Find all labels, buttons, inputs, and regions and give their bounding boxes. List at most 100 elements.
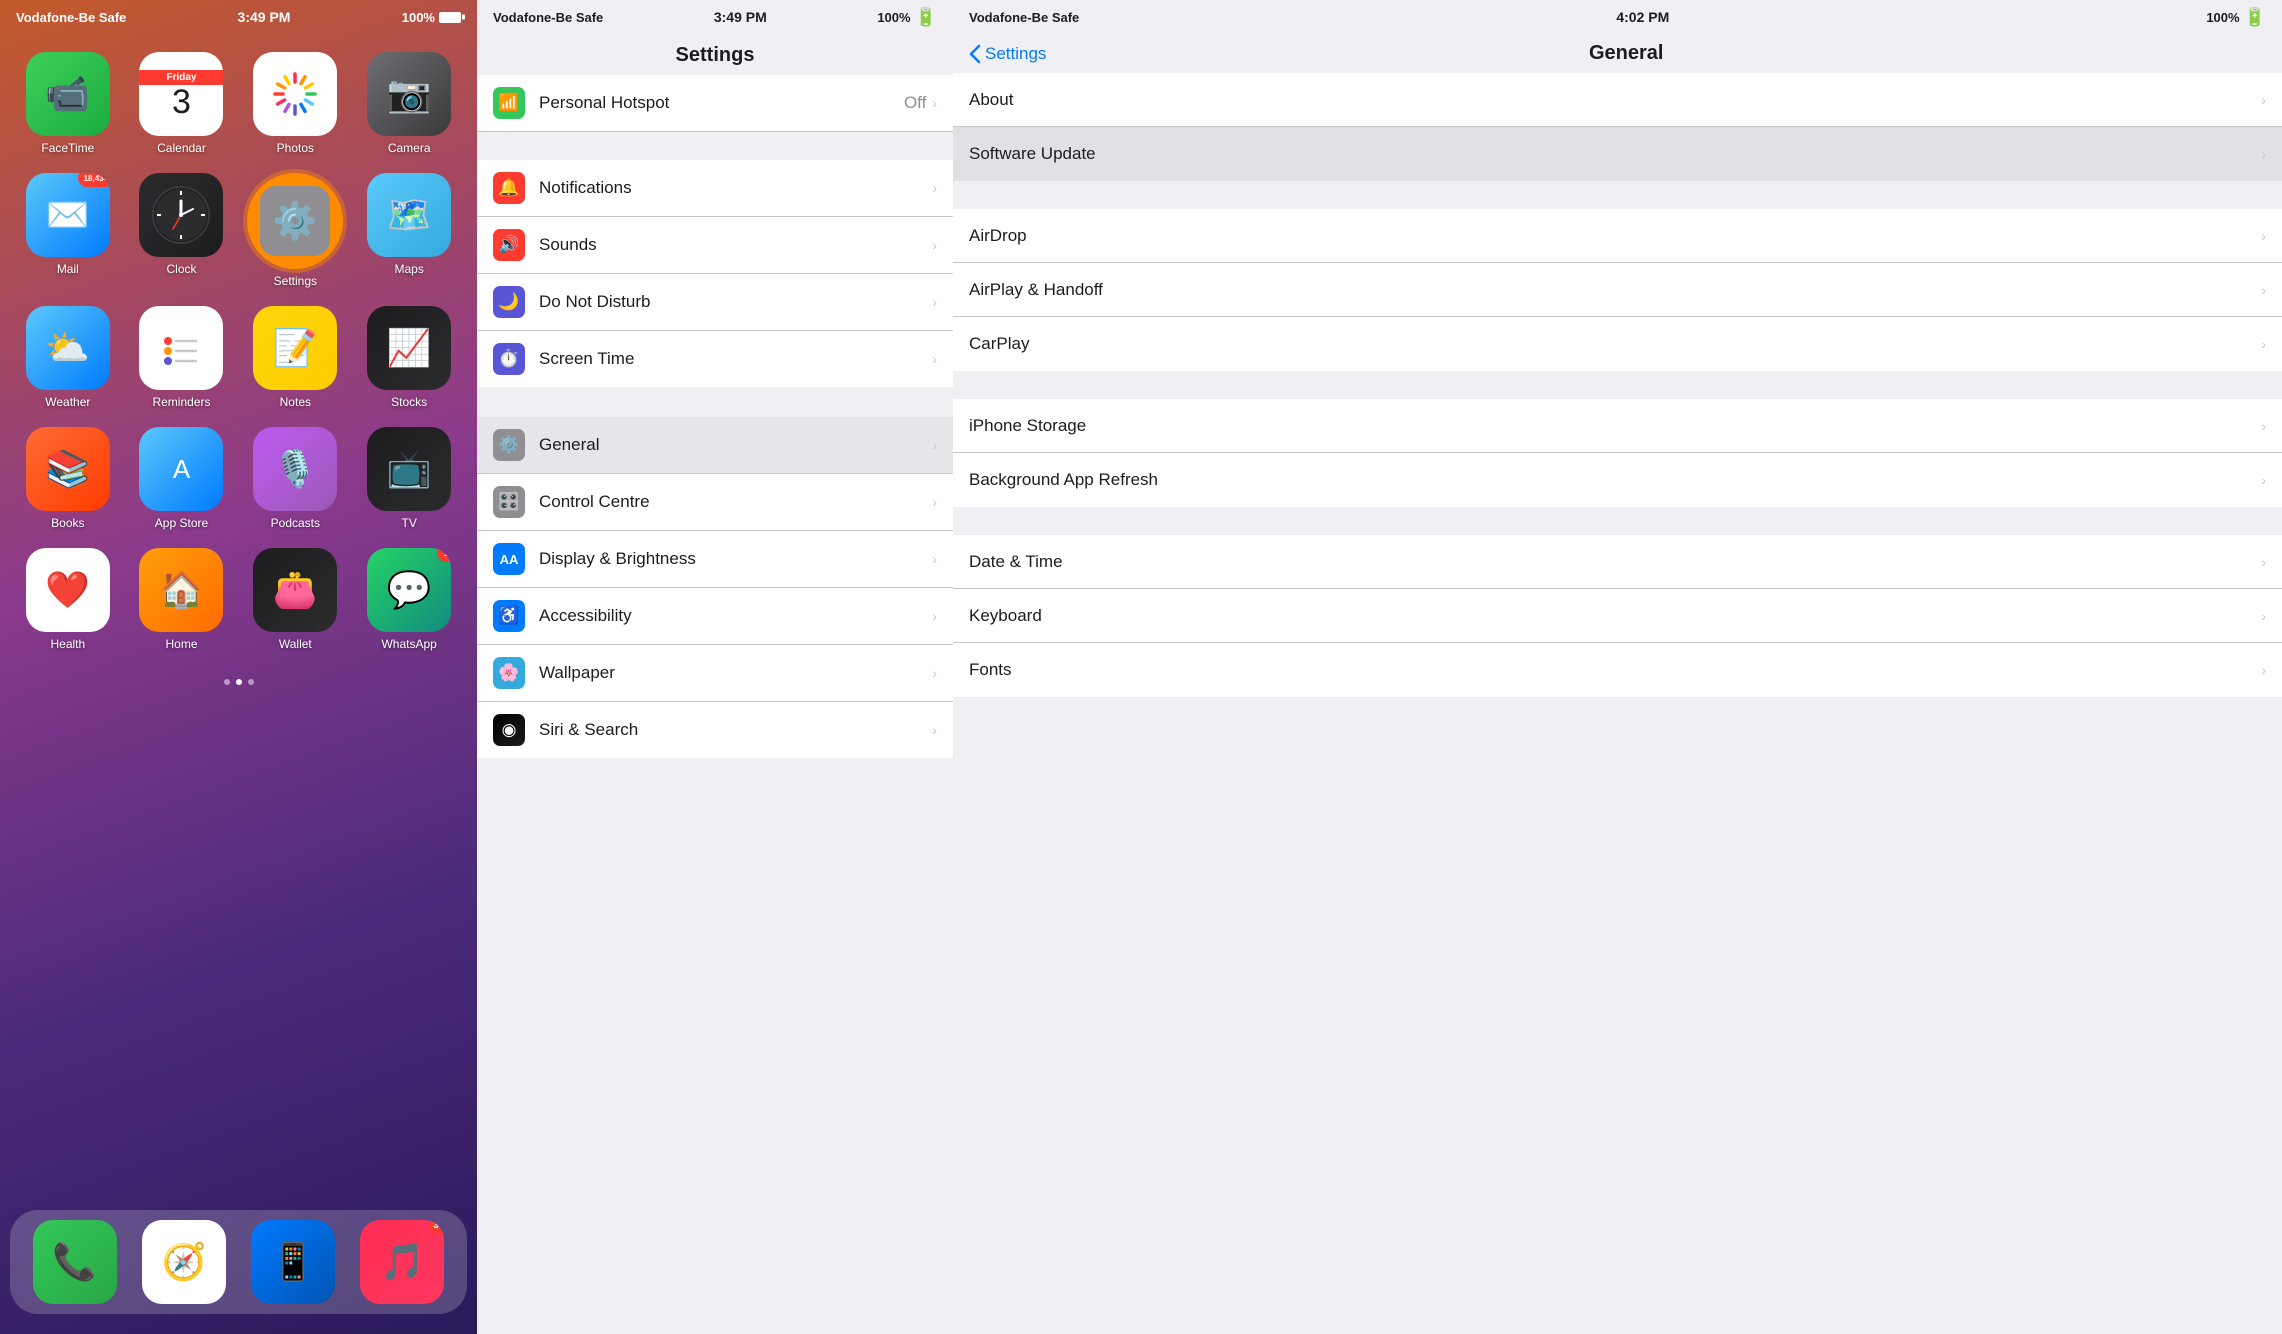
keyboard-chevron: ›	[2261, 608, 2266, 624]
dock-music[interactable]: 🎵 39	[360, 1220, 444, 1304]
tv-icon: 📺	[367, 427, 451, 511]
display-chevron: ›	[932, 551, 937, 567]
settings-row-dnd[interactable]: 🌙 Do Not Disturb ›	[477, 274, 953, 331]
notes-label: Notes	[280, 395, 311, 409]
softwareupdate-label: Software Update	[969, 144, 2261, 164]
app-maps[interactable]: 🗺️ Maps	[361, 173, 457, 288]
appstore-icon: A	[139, 427, 223, 511]
reminders-label: Reminders	[152, 395, 210, 409]
time-general: 4:02 PM	[1616, 9, 1669, 25]
back-button[interactable]: Settings	[969, 44, 1046, 64]
stocks-icon: 📈	[367, 306, 451, 390]
app-tv[interactable]: 📺 TV	[361, 427, 457, 530]
app-health[interactable]: ❤️ Health	[20, 548, 116, 651]
general-row-datetime[interactable]: Date & Time ›	[953, 535, 2282, 589]
facetime-label: FaceTime	[41, 141, 94, 155]
general-row-fonts[interactable]: Fonts ›	[953, 643, 2282, 697]
settings-section-1: 🔔 Notifications › 🔊 Sounds › 🌙 Do Not Di…	[477, 160, 953, 387]
settings-row-wallpaper[interactable]: 🌸 Wallpaper ›	[477, 645, 953, 702]
hotspot-icon: 📶	[493, 87, 525, 119]
app-mail[interactable]: ✉️ 18,434 Mail	[20, 173, 116, 288]
settings-row-general[interactable]: ⚙️ General ›	[477, 417, 953, 474]
app-books[interactable]: 📚 Books	[20, 427, 116, 530]
app-whatsapp[interactable]: 💬 1 WhatsApp	[361, 548, 457, 651]
books-label: Books	[51, 516, 84, 530]
screentime-chevron: ›	[932, 351, 937, 367]
app-notes[interactable]: 📝 Notes	[247, 306, 343, 409]
app-photos[interactable]: Photos	[247, 52, 343, 155]
page-dot-1	[224, 679, 230, 685]
app-appstore[interactable]: A App Store	[134, 427, 230, 530]
photos-label: Photos	[277, 141, 314, 155]
music-icon: 🎵 39	[360, 1220, 444, 1304]
dock-phone[interactable]: 📞	[33, 1220, 117, 1304]
general-panel: Vodafone-Be Safe 4:02 PM 100% 🔋 Settings…	[953, 0, 2282, 1334]
app-stocks[interactable]: 📈 Stocks	[361, 306, 457, 409]
sounds-label: Sounds	[539, 235, 932, 255]
status-bar-general: Vodafone-Be Safe 4:02 PM 100% 🔋	[953, 0, 2282, 34]
health-label: Health	[50, 637, 85, 651]
camera-label: Camera	[388, 141, 431, 155]
general-row-softwareupdate[interactable]: Software Update ›	[953, 127, 2282, 181]
general-chevron: ›	[932, 437, 937, 453]
app-podcasts[interactable]: 🎙️ Podcasts	[247, 427, 343, 530]
airdrop-label: AirDrop	[969, 226, 2261, 246]
softwareupdate-chevron: ›	[2261, 146, 2266, 162]
about-label: About	[969, 90, 2261, 110]
dock-safari[interactable]: 🧭	[142, 1220, 226, 1304]
status-bar-home: Vodafone-Be Safe 3:49 PM 100%	[0, 0, 477, 34]
datetime-label: Date & Time	[969, 552, 2261, 572]
about-chevron: ›	[2261, 92, 2266, 108]
app-calendar[interactable]: Friday 3 Calendar	[134, 52, 230, 155]
fonts-chevron: ›	[2261, 662, 2266, 678]
settings-row-siri[interactable]: ◉ Siri & Search ›	[477, 702, 953, 758]
sounds-chevron: ›	[932, 237, 937, 253]
settings-row-hotspot[interactable]: 📶 Personal Hotspot Off ›	[477, 75, 953, 132]
app-reminders[interactable]: Reminders	[134, 306, 230, 409]
app-facetime[interactable]: 📹 FaceTime	[20, 52, 116, 155]
podcasts-label: Podcasts	[271, 516, 320, 530]
general-title: General	[1046, 42, 2206, 65]
general-row-about[interactable]: About ›	[953, 73, 2282, 127]
mail-icon: ✉️ 18,434	[26, 173, 110, 257]
whatsapp-badge: 1	[437, 548, 451, 562]
general-section-2: AirDrop › AirPlay & Handoff › CarPlay ›	[953, 209, 2282, 371]
settings-row-accessibility[interactable]: ♿ Accessibility ›	[477, 588, 953, 645]
backgroundrefresh-chevron: ›	[2261, 472, 2266, 488]
settings-ring: ⚙️	[247, 173, 343, 269]
home-icon: 🏠	[139, 548, 223, 632]
app-home[interactable]: 🏠 Home	[134, 548, 230, 651]
general-row-airplay[interactable]: AirPlay & Handoff ›	[953, 263, 2282, 317]
settings-row-display[interactable]: AA Display & Brightness ›	[477, 531, 953, 588]
screentime-icon: ⏱️	[493, 343, 525, 375]
siri-chevron: ›	[932, 722, 937, 738]
general-section-3: iPhone Storage › Background App Refresh …	[953, 399, 2282, 507]
app-weather[interactable]: ⛅ Weather	[20, 306, 116, 409]
notifications-label: Notifications	[539, 178, 932, 198]
general-row-iphonestorage[interactable]: iPhone Storage ›	[953, 399, 2282, 453]
general-row-airdrop[interactable]: AirDrop ›	[953, 209, 2282, 263]
accessibility-chevron: ›	[932, 608, 937, 624]
whatsapp-label: WhatsApp	[381, 637, 436, 651]
general-row-keyboard[interactable]: Keyboard ›	[953, 589, 2282, 643]
dock-truecaller[interactable]: 📱	[251, 1220, 335, 1304]
carplay-label: CarPlay	[969, 334, 2261, 354]
wallpaper-chevron: ›	[932, 665, 937, 681]
wallet-icon: 👛	[253, 548, 337, 632]
hotspot-label: Personal Hotspot	[539, 93, 904, 113]
app-clock[interactable]: Clock	[134, 173, 230, 288]
page-dot-3	[248, 679, 254, 685]
app-wallet[interactable]: 👛 Wallet	[247, 548, 343, 651]
settings-row-controlcentre[interactable]: 🎛️ Control Centre ›	[477, 474, 953, 531]
general-list: About › Software Update › AirDrop › AirP…	[953, 73, 2282, 1334]
settings-row-screentime[interactable]: ⏱️ Screen Time ›	[477, 331, 953, 387]
app-settings[interactable]: ⚙️ Settings	[247, 173, 343, 288]
app-camera[interactable]: 📷 Camera	[361, 52, 457, 155]
settings-row-notifications[interactable]: 🔔 Notifications ›	[477, 160, 953, 217]
display-label: Display & Brightness	[539, 549, 932, 569]
general-row-carplay[interactable]: CarPlay ›	[953, 317, 2282, 371]
maps-label: Maps	[394, 262, 423, 276]
general-row-backgroundrefresh[interactable]: Background App Refresh ›	[953, 453, 2282, 507]
calendar-icon: Friday 3	[139, 52, 223, 136]
settings-row-sounds[interactable]: 🔊 Sounds ›	[477, 217, 953, 274]
